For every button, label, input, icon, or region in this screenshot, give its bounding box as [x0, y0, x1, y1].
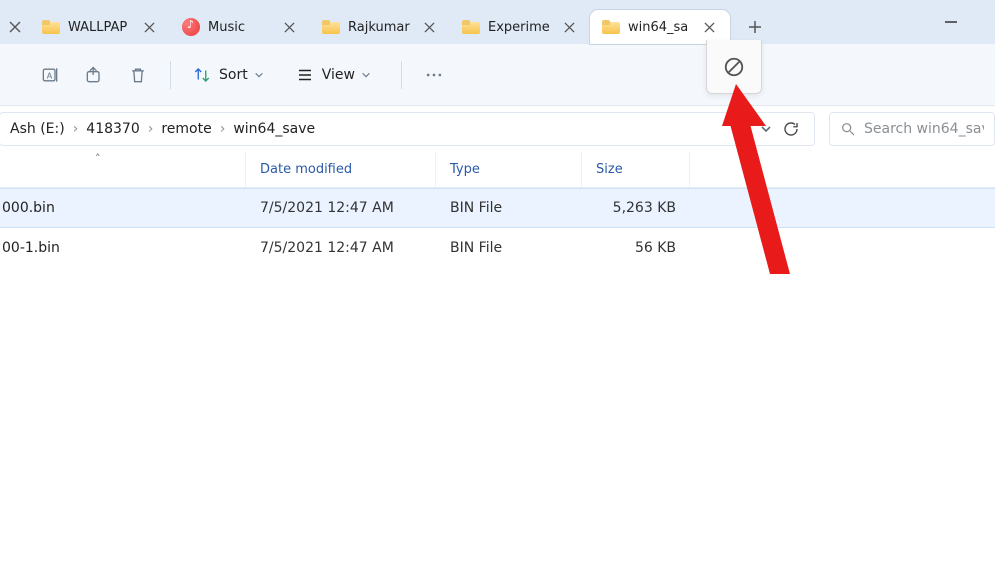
not-allowed-icon [723, 56, 745, 78]
address-bar-row: Ash (E:) › 418370 › remote › win64_save [0, 106, 995, 152]
column-type[interactable]: Type [436, 152, 582, 187]
tab-label: Experime [488, 20, 558, 35]
column-date[interactable]: Date modified [246, 152, 436, 187]
search-box[interactable] [829, 112, 995, 146]
file-size: 5,263 KB [582, 200, 690, 216]
close-icon[interactable] [418, 16, 440, 38]
view-label: View [322, 67, 355, 83]
folder-icon [602, 18, 620, 36]
file-name: 00-1.bin [0, 240, 246, 256]
breadcrumb[interactable]: Ash (E:) › 418370 › remote › win64_save [0, 112, 815, 146]
toolbar-divider [401, 61, 402, 89]
close-icon[interactable] [138, 16, 160, 38]
file-date: 7/5/2021 12:47 AM [246, 240, 436, 256]
folder-icon [462, 18, 480, 36]
more-button[interactable] [414, 57, 454, 93]
sort-button[interactable]: Sort [183, 57, 282, 93]
file-size: 56 KB [582, 240, 690, 256]
tab-experiments[interactable]: Experime [450, 10, 590, 44]
file-row[interactable]: 000.bin 7/5/2021 12:47 AM BIN File 5,263… [0, 188, 995, 228]
chevron-down-icon [361, 70, 379, 80]
chevron-right-icon: › [218, 121, 228, 137]
file-date: 7/5/2021 12:47 AM [246, 200, 436, 216]
tab-rajkumar[interactable]: Rajkumar [310, 10, 450, 44]
toolbar: A Sort View [0, 44, 995, 106]
history-dropdown[interactable] [756, 123, 776, 135]
crumb-418370[interactable]: 418370 [80, 121, 145, 137]
close-icon[interactable] [558, 16, 580, 38]
column-headers: ˄ Date modified Type Size [0, 152, 995, 188]
tab-label: Rajkumar [348, 20, 418, 35]
close-icon[interactable] [278, 16, 300, 38]
tab-strip: WALLPAP Music Rajkumar Experime win64_sa [0, 0, 995, 44]
share-button[interactable] [74, 57, 114, 93]
tab-label: win64_sa [628, 20, 698, 35]
view-button[interactable]: View [286, 57, 389, 93]
crumb-win64-save[interactable]: win64_save [227, 121, 321, 137]
refresh-button[interactable] [776, 120, 806, 138]
tab-win64-save[interactable]: win64_sa [590, 10, 730, 44]
tab-wallpaper[interactable]: WALLPAP [30, 10, 170, 44]
file-row[interactable]: 00-1.bin 7/5/2021 12:47 AM BIN File 56 K… [0, 228, 995, 268]
close-icon[interactable] [698, 16, 720, 38]
file-name: 000.bin [0, 200, 246, 216]
sort-indicator-icon: ˄ [95, 152, 101, 165]
sort-label: Sort [219, 67, 248, 83]
search-icon [840, 121, 856, 137]
crumb-remote[interactable]: remote [155, 121, 217, 137]
tab-music[interactable]: Music [170, 10, 310, 44]
file-list: 000.bin 7/5/2021 12:47 AM BIN File 5,263… [0, 188, 995, 268]
chevron-right-icon: › [146, 121, 156, 137]
new-tab-button[interactable] [736, 10, 774, 44]
drag-not-allowed-overlay [706, 40, 762, 94]
close-icon[interactable] [0, 10, 30, 44]
delete-button[interactable] [118, 57, 158, 93]
file-type: BIN File [436, 240, 582, 256]
rename-button[interactable]: A [30, 57, 70, 93]
column-name[interactable] [0, 152, 246, 187]
crumb-ash[interactable]: Ash (E:) [4, 121, 71, 137]
search-input[interactable] [864, 121, 984, 137]
chevron-right-icon: › [71, 121, 81, 137]
chevron-down-icon [254, 70, 272, 80]
folder-icon [42, 18, 60, 36]
file-type: BIN File [436, 200, 582, 216]
window-minimize-button[interactable] [931, 10, 971, 34]
tab-label: Music [208, 20, 278, 35]
tab-label: WALLPAP [68, 20, 138, 35]
folder-icon [322, 18, 340, 36]
svg-text:A: A [47, 70, 53, 80]
toolbar-divider [170, 61, 171, 89]
music-icon [182, 18, 200, 36]
column-size[interactable]: Size [582, 152, 690, 187]
